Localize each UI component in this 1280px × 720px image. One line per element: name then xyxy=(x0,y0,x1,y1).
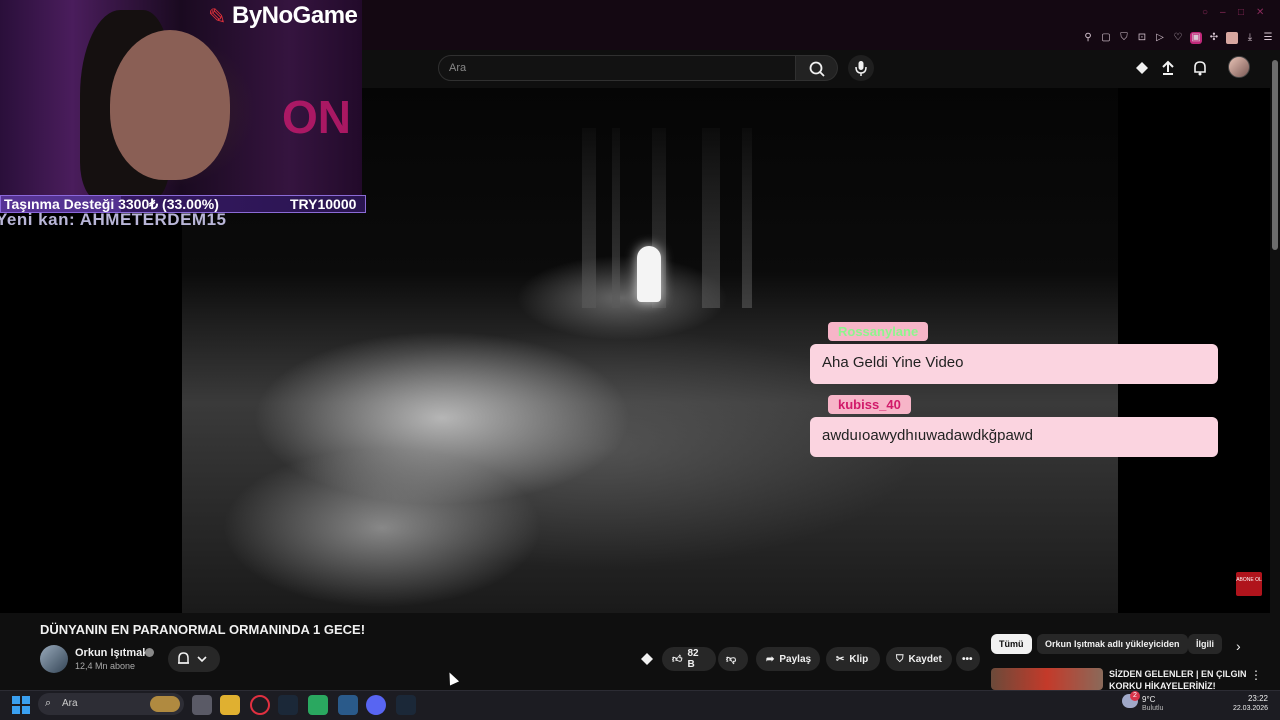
weather-temperature: 9°C xyxy=(1142,695,1156,704)
tree-trunk xyxy=(612,128,620,308)
recommendation-menu-icon[interactable]: ⋮ xyxy=(1250,668,1262,682)
chevron-right-icon[interactable]: › xyxy=(1236,638,1241,654)
pin-icon[interactable]: ⚲ xyxy=(1082,32,1094,44)
upload-icon[interactable] xyxy=(1158,58,1178,78)
neon-sign: ON xyxy=(282,91,351,143)
bell-with-dropdown-icon xyxy=(178,652,207,664)
search-icon xyxy=(809,61,825,77)
mouse-cursor xyxy=(444,670,460,686)
chip-related[interactable]: İlgili xyxy=(1188,634,1222,654)
bynogame-logo-icon: ✎ xyxy=(208,4,227,29)
clip-button[interactable]: ✂ Klip xyxy=(826,647,880,671)
chat-message: awduıoawydhıuwadawdkğpawd xyxy=(810,417,1218,457)
search-window-icon[interactable]: ○ xyxy=(1202,8,1212,18)
thumbs-up-icon: 👍︎ xyxy=(672,654,683,665)
extension-icon[interactable]: ⊡ xyxy=(1136,32,1148,44)
save-label: Kaydet xyxy=(908,653,942,665)
share-button[interactable]: ➦ Paylaş xyxy=(756,647,820,671)
heart-icon[interactable]: ♡ xyxy=(1172,32,1184,44)
shield-icon[interactable]: ⛉ xyxy=(1118,32,1130,44)
search-icon: ⌕ xyxy=(45,697,52,709)
minimize-icon[interactable]: – xyxy=(1220,8,1230,18)
recommendation-title[interactable]: SİZDEN GELENLER | EN ÇILGIN KORKU HİKAYE… xyxy=(1109,668,1259,690)
network-app-icon[interactable] xyxy=(338,695,358,715)
channel-avatar[interactable] xyxy=(40,645,68,673)
notifications-bell-icon[interactable] xyxy=(1190,58,1210,78)
webcam-person xyxy=(110,30,230,180)
microphone-icon xyxy=(855,61,867,76)
like-button[interactable]: 👍︎ 82 B xyxy=(662,647,716,671)
chat-message: Aha Geldi Yine Video xyxy=(810,344,1218,384)
sparkle-icon[interactable] xyxy=(638,650,656,668)
more-dots-icon: ••• xyxy=(962,653,973,665)
window-controls: ○ – □ ✕ xyxy=(1202,8,1266,18)
subscription-bell-button[interactable] xyxy=(168,646,220,672)
burger-widget-icon[interactable] xyxy=(150,696,180,712)
donation-goal-target: TRY10000 xyxy=(290,196,357,212)
subscriber-count: 12,4 Mn abone xyxy=(75,661,136,671)
recommendation-thumbnail[interactable] xyxy=(991,668,1103,690)
new-subscriber-alert: Yeni kan: AHMETERDEM15 xyxy=(0,210,227,229)
menu-icon[interactable]: ☰ xyxy=(1262,32,1274,44)
opera-gx-icon[interactable] xyxy=(250,695,270,715)
discord-icon[interactable] xyxy=(366,695,386,715)
search-button[interactable] xyxy=(796,55,838,81)
like-count: 82 B xyxy=(687,648,699,670)
subscribe-watermark: ABONE OL xyxy=(1236,572,1262,596)
chip-from-uploader[interactable]: Orkun Işıtmak adlı yükleyiciden xyxy=(1037,634,1188,654)
extensions-bar: ⚲ ▢ ⛉ ⊡ ▷ ♡ ▣ ✣ ⤓ ☰ xyxy=(1082,30,1274,46)
voice-search-button[interactable] xyxy=(848,55,874,81)
sponsor-logo: ByNoGame xyxy=(232,2,358,29)
maximize-icon[interactable]: □ xyxy=(1238,8,1248,18)
more-actions-button[interactable]: ••• xyxy=(956,647,980,671)
dislike-button[interactable]: 👎︎ xyxy=(718,647,748,671)
clock-date[interactable]: 22.03.2026 xyxy=(1226,705,1268,712)
profile-icon[interactable] xyxy=(1226,32,1238,44)
download-icon[interactable]: ⤓ xyxy=(1244,32,1256,44)
steam-icon[interactable] xyxy=(278,695,298,715)
thumbs-down-icon: 👎︎ xyxy=(726,654,737,665)
chat-username: Rossanylane xyxy=(828,322,929,341)
close-icon[interactable]: ✕ xyxy=(1256,8,1266,18)
verified-check-icon xyxy=(145,648,154,657)
create-icon[interactable] xyxy=(1132,58,1152,78)
file-explorer-icon[interactable] xyxy=(220,695,240,715)
share-arrow-icon: ➦ xyxy=(766,653,775,665)
play-icon[interactable]: ▷ xyxy=(1154,32,1166,44)
notification-badge: 2 xyxy=(1130,691,1140,701)
tree-trunk xyxy=(702,128,720,308)
weather-description: Bulutlu xyxy=(1142,705,1164,712)
chip-all[interactable]: Tümü xyxy=(991,634,1032,654)
twitch-icon[interactable]: ▣ xyxy=(1190,32,1202,44)
game-launcher-icon[interactable] xyxy=(308,695,328,715)
tree-trunk xyxy=(742,128,752,308)
steam-2-icon[interactable] xyxy=(396,695,416,715)
clock-time[interactable]: 23:22 xyxy=(1226,694,1268,703)
search-input[interactable]: Ara xyxy=(438,55,796,81)
screenshot-icon[interactable]: ▢ xyxy=(1100,32,1112,44)
bookmark-icon: ⛉ xyxy=(896,653,904,665)
account-avatar[interactable] xyxy=(1228,56,1250,78)
chat-username: kubiss_40 xyxy=(828,395,911,414)
share-label: Paylaş xyxy=(779,653,812,665)
scrollbar-thumb[interactable] xyxy=(1272,60,1278,250)
windows-start-icon[interactable] xyxy=(12,696,30,714)
scissors-icon: ✂ xyxy=(836,653,845,665)
video-title: DÜNYANIN EN PARANORMAL ORMANINDA 1 GECE! xyxy=(40,622,366,637)
ghost-figure xyxy=(637,246,661,302)
puzzle-icon[interactable]: ✣ xyxy=(1208,32,1220,44)
channel-name[interactable]: Orkun Işıtmak xyxy=(75,647,148,659)
tree-trunk xyxy=(582,128,596,308)
clip-label: Klip xyxy=(849,653,869,665)
task-view-icon[interactable] xyxy=(192,695,212,715)
save-button[interactable]: ⛉ Kaydet xyxy=(886,647,952,671)
